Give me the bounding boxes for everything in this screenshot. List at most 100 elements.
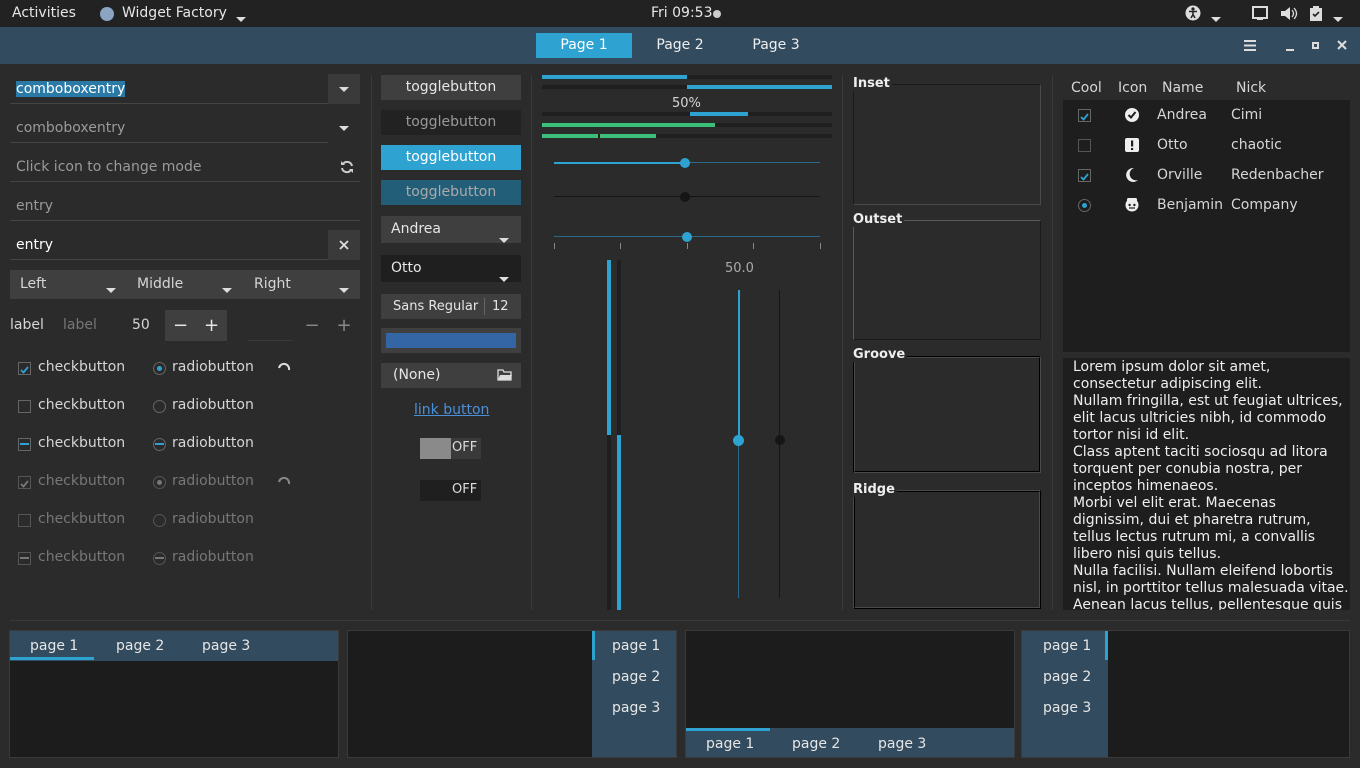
scale-2-handle[interactable] <box>680 192 690 202</box>
tree-row-nick[interactable]: Redenbacher <box>1231 167 1324 183</box>
combobox-entry-text[interactable]: comboboxentry <box>16 81 126 97</box>
radio-checked[interactable] <box>153 362 166 375</box>
tree-header-nick[interactable]: Nick <box>1236 80 1266 96</box>
combobox-entry-text[interactable]: comboboxentry <box>16 120 125 136</box>
radiobutton-label[interactable]: radiobutton <box>172 359 254 375</box>
combo-andrea[interactable]: Andrea <box>381 216 521 243</box>
battery-icon[interactable] <box>1309 5 1323 22</box>
combobox-entry-2[interactable]: comboboxentry <box>10 113 360 143</box>
tree-header-name[interactable]: Name <box>1162 80 1203 96</box>
tree-row-nick[interactable]: chaotic <box>1231 137 1282 153</box>
entry-field-2[interactable]: entry <box>10 230 360 260</box>
combo-otto[interactable]: Otto <box>381 255 521 282</box>
togglebutton-inactive[interactable]: togglebutton <box>381 110 521 135</box>
tree-row-checkbox[interactable] <box>1078 139 1091 152</box>
tree-row-name[interactable]: Andrea <box>1157 107 1207 123</box>
activities-button[interactable]: Activities <box>12 5 76 21</box>
radiobutton-label[interactable]: radiobutton <box>172 435 254 451</box>
switch-2[interactable]: OFF <box>420 480 481 501</box>
accessibility-icon[interactable] <box>1185 5 1201 21</box>
chevron-down-icon[interactable] <box>339 282 349 298</box>
tree-header-icon[interactable]: Icon <box>1118 80 1147 96</box>
active-tab-indicator <box>686 728 770 731</box>
notebook-tab[interactable]: page 2 <box>116 638 164 654</box>
notebook-tab[interactable]: page 3 <box>202 638 250 654</box>
notebook-tab[interactable]: page 1 <box>30 638 78 654</box>
spin-minus-disabled[interactable]: − <box>296 310 328 341</box>
notebook-tab[interactable]: page 1 <box>706 736 754 752</box>
tree-row-nick[interactable]: Company <box>1231 197 1298 213</box>
chevron-down-icon[interactable] <box>222 282 232 298</box>
tab-page-3[interactable]: Page 3 <box>728 33 824 58</box>
notebook-tab[interactable]: page 1 <box>1043 638 1091 654</box>
radio-mixed[interactable] <box>153 438 166 451</box>
file-chooser-button[interactable]: (None) <box>381 363 521 388</box>
text-view[interactable]: Lorem ipsum dolor sit amet, consectetur a… <box>1063 358 1350 610</box>
chevron-down-icon[interactable] <box>106 282 116 298</box>
tree-row-name[interactable]: Orville <box>1157 167 1202 183</box>
checkbox-mixed[interactable] <box>18 438 31 451</box>
checkbutton-label[interactable]: checkbutton <box>38 359 125 375</box>
checkbox-unchecked[interactable] <box>18 400 31 413</box>
font-button[interactable]: Sans Regular 12 <box>381 294 521 319</box>
tab-page-2[interactable]: Page 2 <box>632 33 728 58</box>
spin-entry-empty[interactable] <box>248 340 293 341</box>
tab-page-1[interactable]: Page 1 <box>536 33 632 58</box>
app-menu[interactable]: Widget Factory <box>122 5 227 21</box>
combo-left[interactable]: Left <box>20 276 46 292</box>
notebook-tab[interactable]: page 3 <box>612 700 660 716</box>
checkbox-checked[interactable] <box>18 362 31 375</box>
tree-row-nick[interactable]: Cimi <box>1231 107 1262 123</box>
volume-icon[interactable] <box>1280 6 1298 21</box>
active-tab-indicator <box>592 631 595 660</box>
color-button[interactable] <box>381 328 521 353</box>
notebook-tab[interactable]: page 2 <box>1043 669 1091 685</box>
notebook-tab[interactable]: page 1 <box>612 638 660 654</box>
clock[interactable]: Fri 09:53 <box>651 5 712 21</box>
tree-row-name[interactable]: Otto <box>1157 137 1188 153</box>
combobox-dropdown-button[interactable] <box>328 74 360 104</box>
radio-unchecked[interactable] <box>153 400 166 413</box>
link-button[interactable]: link button <box>414 402 489 418</box>
clear-button[interactable] <box>328 230 360 260</box>
checkbutton-label[interactable]: checkbutton <box>38 435 125 451</box>
spin-plus-button[interactable]: + <box>196 310 227 341</box>
togglebutton-active-disabled[interactable]: togglebutton <box>381 180 521 205</box>
radiobutton-label[interactable]: radiobutton <box>172 397 254 413</box>
combobox-entry-1[interactable]: comboboxentry <box>10 74 360 104</box>
togglebutton-normal[interactable]: togglebutton <box>381 75 521 100</box>
notebook-tab[interactable]: page 3 <box>878 736 926 752</box>
notebook-tab[interactable]: page 2 <box>612 669 660 685</box>
mode-entry[interactable]: Click icon to change mode <box>10 152 360 182</box>
accessibility-chevron-icon[interactable] <box>1211 11 1221 27</box>
tree-row-checkbox[interactable] <box>1078 169 1091 182</box>
vertical-scale-2-handle[interactable] <box>775 435 785 445</box>
combobox-dropdown-button[interactable] <box>328 113 360 143</box>
switch-1[interactable]: OFF <box>420 438 481 459</box>
entry-field-1[interactable]: entry <box>10 191 360 221</box>
notebook-tab[interactable]: page 3 <box>1043 700 1091 716</box>
togglebutton-active[interactable]: togglebutton <box>381 145 521 170</box>
tree-row-checkbox[interactable] <box>1078 109 1091 122</box>
screen-icon[interactable] <box>1252 6 1268 21</box>
maximize-icon[interactable] <box>1312 42 1319 49</box>
checkbutton-label[interactable]: checkbutton <box>38 397 125 413</box>
vertical-scale-1-handle[interactable] <box>733 435 744 446</box>
spin-minus-button[interactable]: − <box>165 310 196 341</box>
tree-row-name[interactable]: Benjamin <box>1157 197 1223 213</box>
hamburger-menu-icon[interactable] <box>1244 40 1256 51</box>
spin-plus-disabled[interactable]: + <box>328 310 360 341</box>
spin-value[interactable]: 50 <box>132 317 150 333</box>
combo-middle[interactable]: Middle <box>137 276 183 292</box>
refresh-icon[interactable] <box>340 160 354 174</box>
scale-1-handle[interactable] <box>680 158 690 168</box>
app-menu-chevron-icon[interactable] <box>236 11 246 27</box>
close-icon[interactable] <box>1337 40 1347 50</box>
system-menu-chevron-icon[interactable] <box>1333 11 1343 27</box>
minimize-icon[interactable] <box>1286 49 1294 51</box>
notebook-tab[interactable]: page 2 <box>792 736 840 752</box>
combo-right[interactable]: Right <box>254 276 291 292</box>
scale-3-handle[interactable] <box>682 232 692 242</box>
tree-header-cool[interactable]: Cool <box>1071 80 1102 96</box>
tree-row-radio[interactable] <box>1078 199 1091 212</box>
